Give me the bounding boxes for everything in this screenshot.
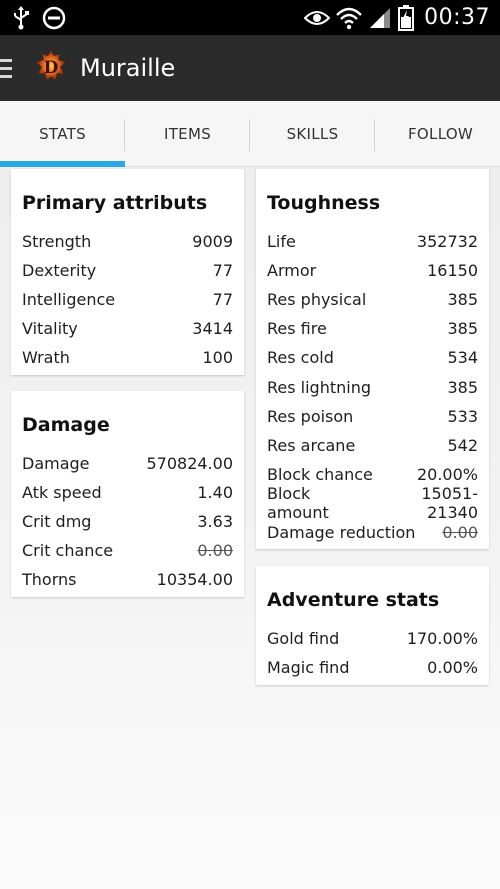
stat-row: Dexterity 77 [22,256,233,285]
signal-icon [368,6,392,30]
adventure-stats-card: Adventure stats Gold find 170.00% Magic f… [256,566,489,685]
tab-bar: STATS ITEMS SKILLS FOLLOW [0,101,500,167]
stat-row: Intelligence 77 [22,285,233,314]
tab-stats[interactable]: STATS [0,101,125,167]
stat-value: 10354.00 [156,570,233,590]
card-title: Damage [22,414,110,436]
app-bar: D Muraille [0,35,500,101]
stat-value: 534 [447,348,478,368]
stat-label: Block chance [267,464,373,484]
stat-value: 77 [212,261,233,281]
eye-icon [304,9,331,27]
stat-label: Damage reduction [267,522,416,542]
stat-value: 15051-21340 [421,484,478,523]
stat-row: Damage reduction 0.00 [267,518,478,547]
stat-label: Crit chance [22,541,114,561]
primary-attributes-card: Primary attributs Strength 9009 Dexterity… [11,169,244,375]
menu-icon[interactable] [0,35,18,101]
stat-value: 533 [447,406,478,426]
tab-stats-label: STATS [39,125,86,143]
stat-row: Res cold 534 [267,343,478,372]
stat-label: Magic find [267,658,350,678]
stat-row: Res lightning 385 [267,372,478,401]
stat-row: Magic find 0.00% [267,653,478,682]
stat-label: Thorns [22,570,77,590]
stat-label: Damage [22,454,90,474]
stat-label: Wrath [22,348,70,368]
card-title: Adventure stats [267,589,440,611]
damage-card: Damage Damage 570824.00 Atk speed 1.40 Cri… [11,391,244,597]
stat-label: Vitality [22,319,78,339]
stat-value: 9009 [192,232,233,252]
status-time: 00:37 [424,5,490,30]
stat-row: Strength 9009 [22,227,233,256]
stat-row: Damage 570824.00 [22,449,233,478]
tab-follow-label: FOLLOW [408,125,474,143]
stat-label: Atk speed [22,483,102,503]
stat-value: 385 [447,290,478,310]
tab-items[interactable]: ITEMS [125,101,250,167]
stat-row: Res fire 385 [267,314,478,343]
stat-label: Gold find [267,629,340,649]
stat-label: Intelligence [22,290,116,310]
stat-row: Block amount 15051-21340 [267,484,478,522]
stat-value: 542 [447,435,478,455]
stat-row: Life 352732 [267,227,478,256]
stat-row: Gold find 170.00% [267,624,478,653]
stat-label: Dexterity [22,261,97,281]
stat-row: Crit chance 0.00 [22,536,233,565]
stat-label: Crit dmg [22,512,92,532]
stat-value: 352732 [416,232,478,252]
stat-row: Vitality 3414 [22,314,233,343]
wifi-icon [336,6,362,30]
toughness-card: Toughness Life 352732 Armor 16150 Res phys… [256,169,489,549]
stat-value: 0.00% [427,658,478,678]
stat-label: Life [267,232,296,252]
stat-row: Res physical 385 [267,285,478,314]
usb-icon [12,5,30,30]
stat-label: Strength [22,232,92,252]
stat-row: Atk speed 1.40 [22,478,233,507]
logo-letter: D [44,58,59,78]
stat-row: Thorns 10354.00 [22,565,233,594]
stat-value: 0.00 [442,522,478,542]
stat-value: 385 [447,319,478,339]
battery-icon [398,4,415,31]
stat-label: Res poison [267,406,354,426]
stat-row: Res arcane 542 [267,431,478,460]
stat-row: Crit dmg 3.63 [22,507,233,536]
stat-label: Res arcane [267,435,356,455]
stat-value: 77 [212,290,233,310]
stat-value: 100 [202,348,233,368]
stat-value: 3.63 [197,512,233,532]
active-tab-indicator [0,161,125,167]
stat-row: Armor 16150 [267,256,478,285]
stat-row: Res poison 533 [267,402,478,431]
card-title: Toughness [267,192,381,214]
app-logo[interactable]: D [34,48,68,88]
stat-value: 16150 [427,261,478,281]
stat-value: 570824.00 [146,454,233,474]
status-bar: 00:37 [0,0,500,35]
stat-value: 385 [447,377,478,397]
tab-skills[interactable]: SKILLS [250,101,375,167]
tab-skills-label: SKILLS [286,125,339,143]
stat-value: 3414 [192,319,233,339]
stat-label: Res cold [267,348,334,368]
tab-follow[interactable]: FOLLOW [375,101,500,167]
stat-label: Res fire [267,319,327,339]
stat-value: 1.40 [197,483,233,503]
stat-value: 170.00% [406,629,478,649]
stat-label: Res physical [267,290,367,310]
stat-row: Wrath 100 [22,343,233,372]
stat-value: 0.00 [197,541,233,561]
stat-label: Block amount [267,484,329,523]
stat-label: Res lightning [267,377,372,397]
app-title: Muraille [80,54,176,82]
tab-items-label: ITEMS [163,125,212,143]
stat-value: 20.00% [416,464,478,484]
dnd-icon [42,6,66,30]
card-title: Primary attributs [22,192,208,214]
stat-label: Armor [267,261,317,281]
